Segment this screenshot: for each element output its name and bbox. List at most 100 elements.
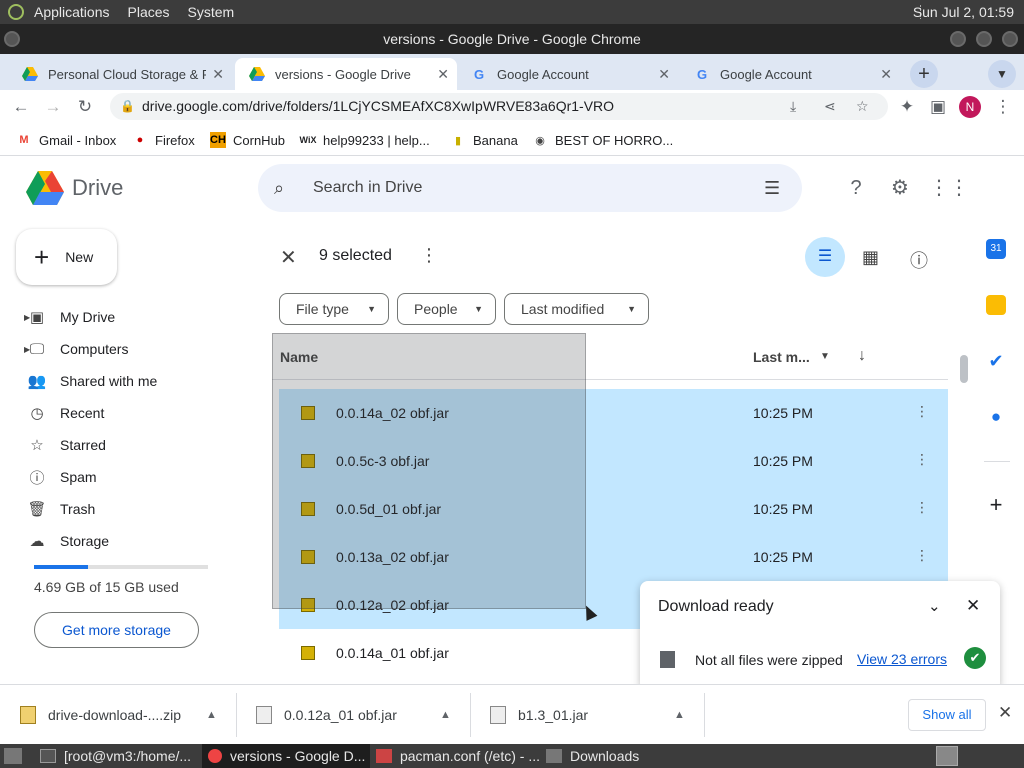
info-icon[interactable]: ⓘ <box>910 247 928 273</box>
tasks-icon[interactable]: ✔ <box>986 351 1006 371</box>
clock[interactable]: Sun Jul 2, 01:59 <box>913 4 1014 20</box>
chrome-menu-icon[interactable]: ⋮ <box>992 96 1014 118</box>
download-item[interactable]: drive-download-....zip ▲ <box>0 685 236 745</box>
more-actions-icon[interactable]: ⋮ <box>420 245 438 266</box>
row-more-icon[interactable]: ⋮ <box>915 451 929 468</box>
jar-file-icon <box>301 646 315 660</box>
install-icon[interactable]: ⤓ <box>790 93 796 120</box>
bookmark-horror[interactable]: ◉ BEST OF HORRO... <box>532 132 673 148</box>
nav-trash[interactable]: 🗑 Trash <box>26 497 95 521</box>
new-tab-icon[interactable]: + <box>910 60 938 88</box>
bookmark-banana[interactable]: ▮ Banana <box>450 132 518 148</box>
collapse-icon[interactable]: ⌄ <box>928 597 941 615</box>
clear-selection-icon[interactable]: ✕ <box>280 245 297 270</box>
close-window-icon[interactable] <box>1002 31 1018 47</box>
minimize-icon[interactable] <box>950 31 966 47</box>
view-errors-link[interactable]: View 23 errors <box>857 651 947 667</box>
nav-computers[interactable]: ▶ 🖵 Computers <box>24 337 128 361</box>
window-menu-icon[interactable] <box>4 31 20 47</box>
sort-arrow-icon[interactable]: ↓ <box>858 347 866 365</box>
reload-icon[interactable]: ↻ <box>74 96 96 118</box>
bookmark-firefox[interactable]: ● Firefox <box>132 132 195 148</box>
calendar-icon[interactable]: 31 <box>986 239 1006 259</box>
bookmark-help[interactable]: WiX help99233 | help... <box>300 132 430 148</box>
close-tab-icon[interactable]: ✕ <box>658 66 670 83</box>
nav-recent[interactable]: ◷ Recent <box>26 401 104 425</box>
tab-versions[interactable]: versions - Google Drive ✕ <box>235 58 457 90</box>
bookmark-gmail[interactable]: M Gmail - Inbox <box>16 132 116 148</box>
tab-google-account[interactable]: G Google Account ✕ <box>457 58 678 90</box>
profile-avatar[interactable]: N <box>959 96 981 118</box>
lock-icon[interactable]: 🔒 <box>120 93 135 120</box>
last-modified-filter[interactable]: Last modified ▼ <box>504 293 649 325</box>
show-desktop-icon[interactable] <box>4 748 22 764</box>
people-icon: 👥 <box>27 373 47 390</box>
back-icon[interactable]: ← <box>10 96 32 118</box>
extensions-icon[interactable]: ✦ <box>896 96 918 118</box>
chevron-up-icon[interactable]: ▲ <box>440 709 451 721</box>
task-chrome[interactable]: versions - Google D... <box>202 744 370 768</box>
filter-toggle-icon[interactable]: ☰ <box>805 237 845 277</box>
close-tab-icon[interactable]: ✕ <box>212 66 224 83</box>
storage-text: 4.69 GB of 15 GB used <box>34 579 179 595</box>
expand-caret-icon[interactable]: ▶ <box>24 313 30 322</box>
tab-google-account-2[interactable]: G Google Account ✕ <box>680 58 900 90</box>
storage-bar-fill <box>34 565 88 569</box>
chevron-up-icon[interactable]: ▲ <box>674 709 685 721</box>
modified-column-header[interactable]: Last m... <box>753 349 810 365</box>
settings-gear-icon[interactable]: ⚙ <box>887 175 913 201</box>
menu-places[interactable]: Places <box>128 4 170 20</box>
forward-icon[interactable]: → <box>42 96 64 118</box>
people-filter[interactable]: People ▼ <box>397 293 496 325</box>
top-panel: Applications Places System Sun Jul 2, 01… <box>0 0 1024 24</box>
nav-starred[interactable]: ☆ Starred <box>26 433 106 457</box>
bookmark-cornhub[interactable]: CH CornHub <box>210 132 285 148</box>
maximize-icon[interactable] <box>976 31 992 47</box>
close-tab-icon[interactable]: ✕ <box>437 66 449 83</box>
expand-caret-icon[interactable]: ▶ <box>24 345 30 354</box>
chevron-up-icon[interactable]: ▲ <box>206 709 217 721</box>
tab-label: Personal Cloud Storage & F <box>48 66 206 82</box>
side-panel-icon[interactable]: ▣ <box>927 96 949 118</box>
address-bar[interactable]: 🔒 drive.google.com/drive/folders/1LCjYCS… <box>110 93 888 120</box>
close-tab-icon[interactable]: ✕ <box>880 66 892 83</box>
add-addon-icon[interactable]: + <box>986 494 1006 516</box>
drive-logo[interactable]: Drive <box>26 171 123 205</box>
row-more-icon[interactable]: ⋮ <box>915 547 929 564</box>
search-box[interactable]: ⌕ Search in Drive ☰ <box>258 164 802 212</box>
new-button[interactable]: + New <box>16 229 117 285</box>
keep-icon[interactable] <box>986 295 1006 315</box>
menu-applications[interactable]: Applications <box>34 4 110 20</box>
bookmark-star-icon[interactable]: ☆ <box>856 93 869 120</box>
search-icon[interactable]: ⌕ <box>274 164 284 212</box>
close-shelf-icon[interactable]: ✕ <box>998 703 1012 723</box>
workspace-switcher[interactable] <box>936 746 958 766</box>
task-downloads[interactable]: Downloads <box>540 744 700 768</box>
nav-spam[interactable]: ⓘ Spam <box>26 465 96 489</box>
nav-my-drive[interactable]: ▶ ▣ My Drive <box>24 305 115 329</box>
search-options-icon[interactable]: ☰ <box>764 164 780 212</box>
file-type-filter[interactable]: File type ▼ <box>279 293 389 325</box>
download-item[interactable]: 0.0.12a_01 obf.jar ▲ <box>236 685 470 745</box>
gnome-foot-icon[interactable] <box>8 4 24 20</box>
nav-shared[interactable]: 👥 Shared with me <box>26 369 158 393</box>
task-terminal[interactable]: [root@vm3:/home/... <box>34 744 202 768</box>
nav-storage[interactable]: ☁ Storage <box>26 529 110 553</box>
tab-search-icon[interactable]: ▼ <box>988 60 1016 88</box>
task-editor[interactable]: pacman.conf (/etc) - ... <box>370 744 540 768</box>
row-more-icon[interactable]: ⋮ <box>915 499 929 516</box>
contacts-icon[interactable]: ● <box>986 407 1006 427</box>
menu-system[interactable]: System <box>188 4 235 20</box>
share-icon[interactable]: ⋖ <box>824 93 836 120</box>
help-icon[interactable]: ? <box>843 175 869 201</box>
show-all-button[interactable]: Show all <box>908 699 986 731</box>
tab-personal-cloud[interactable]: Personal Cloud Storage & F ✕ <box>8 58 232 90</box>
get-more-storage-button[interactable]: Get more storage <box>34 612 199 648</box>
scrollbar-thumb[interactable] <box>960 355 968 383</box>
column-dropdown-icon[interactable]: ▼ <box>820 351 830 362</box>
row-more-icon[interactable]: ⋮ <box>915 403 929 420</box>
grid-view-icon[interactable]: ▦ <box>862 247 879 268</box>
close-toast-icon[interactable]: ✕ <box>966 596 980 616</box>
apps-grid-icon[interactable]: ⋮⋮ <box>929 175 969 201</box>
download-item[interactable]: b1.3_01.jar ▲ <box>470 685 704 745</box>
